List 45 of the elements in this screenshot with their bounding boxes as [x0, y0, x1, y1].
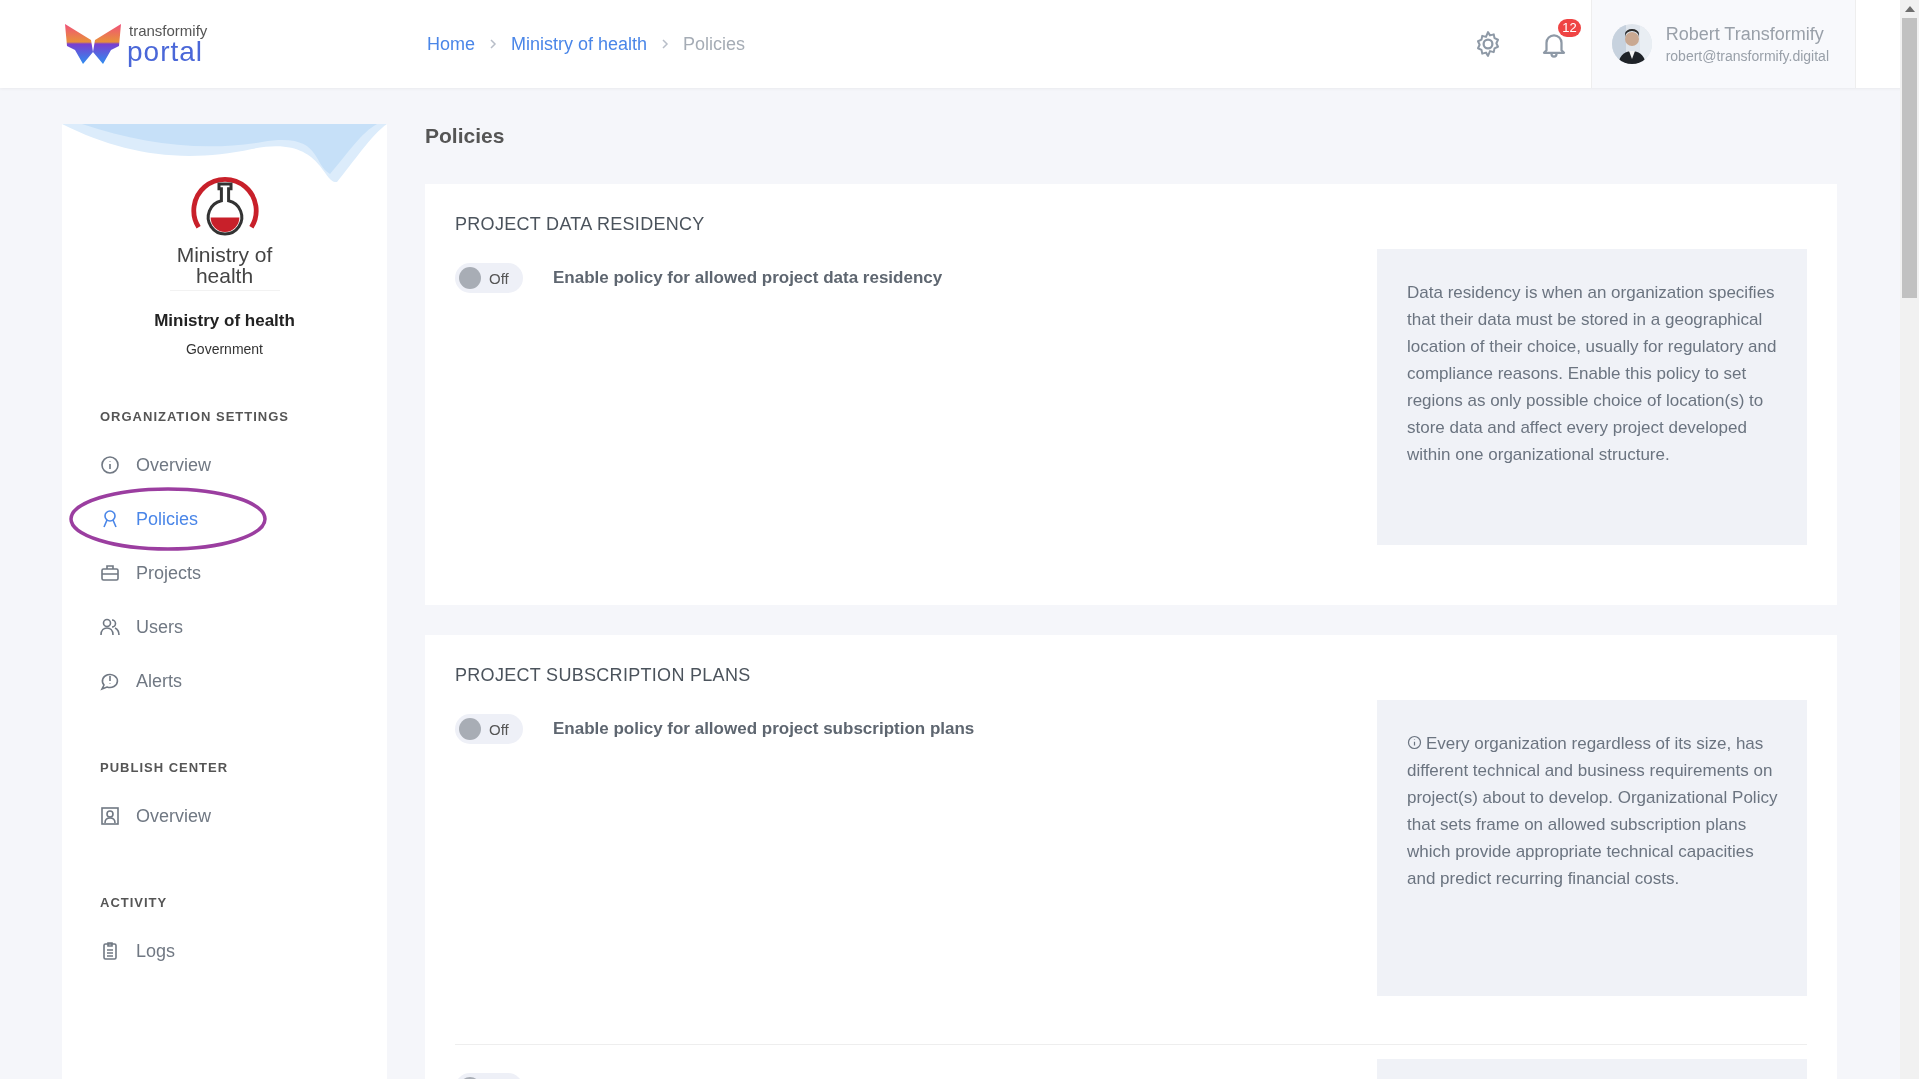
chevron-icon — [489, 38, 497, 50]
info-icon — [1407, 735, 1422, 750]
user-menu[interactable]: Robert Transformify robert@transformify.digital — [1590, 0, 1856, 88]
sidebar-item[interactable]: Projects — [100, 562, 202, 584]
users-icon — [100, 617, 120, 637]
user-name: Robert Transformify — [1665, 24, 1825, 45]
sidebar-item[interactable]: Overview — [100, 454, 211, 476]
section-heading: ACTIVITY — [100, 895, 169, 910]
policy-description: Every organization regardless of its size, has different technical and business requirements on project(s) about to develop. Organizational Policy that sets frame on allowed subscription plans which provide appropriate technical capacities and predict recurring financial costs. — [1407, 733, 1779, 890]
breadcrumb-link[interactable]: Ministry of health — [511, 33, 648, 55]
breadcrumb-link[interactable]: Policies — [683, 33, 746, 55]
breadcrumb-link[interactable]: Home — [427, 33, 475, 55]
policy-label: Enable policy for allowed project subscription plans — [553, 719, 975, 739]
clipboard-icon — [100, 941, 120, 961]
policy-title: PROJECT SUBSCRIPTION PLANS — [455, 665, 752, 686]
scroll-up-icon[interactable] — [1904, 6, 1915, 12]
toggle-switch[interactable]: Off — [455, 714, 523, 744]
scrollbar[interactable] — [1900, 0, 1919, 1079]
policy-description: Data residency is when an organization specifies that their data must be stored in a geographical location of their choice, usually for regulatory and compliance reasons. Enable this policy to set regions as only possible choice of location(s) to store data and affect every project developed within one organizational structure. — [1407, 282, 1778, 466]
notification-badge: 12 — [1558, 19, 1581, 38]
sidebar-item[interactable]: Logs — [100, 940, 176, 962]
toggle-switch[interactable]: Off — [455, 263, 523, 293]
butterfly-logo-icon — [63, 22, 123, 66]
speech-bubble-icon — [100, 671, 120, 691]
section-heading: ORGANIZATION SETTINGS — [100, 409, 291, 424]
briefcase-icon — [100, 563, 120, 583]
organization-name: Ministry of health — [154, 311, 295, 331]
sidebar-item[interactable]: Users — [100, 616, 183, 638]
organization-type: Government — [185, 341, 263, 357]
portrait-icon — [100, 806, 120, 826]
policy-title: PROJECT DATA RESIDENCY — [455, 214, 706, 235]
user-email: robert@transformify.digital — [1665, 48, 1829, 64]
sidebar-item[interactable]: Alerts — [100, 670, 182, 692]
brand-title: portal — [127, 37, 204, 66]
logo-text: Ministry of health — [175, 244, 274, 286]
info-icon — [100, 455, 120, 475]
page-title: Policies — [425, 124, 506, 148]
sidebar-item[interactable]: Overview — [100, 805, 211, 827]
chevron-icon — [661, 38, 670, 50]
scrollbar-thumb[interactable] — [1902, 18, 1917, 298]
section-heading: PUBLISH CENTER — [100, 760, 230, 775]
sidebar-item[interactable]: Policies — [100, 508, 199, 530]
policy-label: Enable policy for allowed project data residency — [553, 268, 943, 288]
ribbon-icon — [100, 509, 120, 529]
brand-name: transformify — [129, 22, 208, 38]
